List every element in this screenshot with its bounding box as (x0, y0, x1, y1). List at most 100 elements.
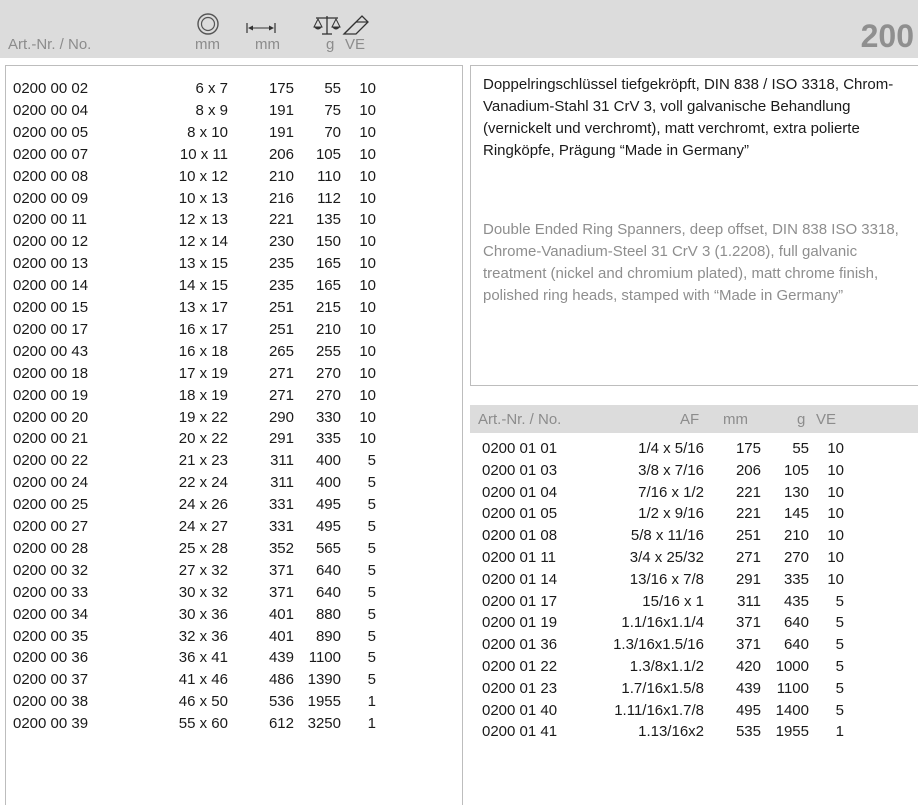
weight-cell: 1955 (307, 693, 341, 711)
weight-cell: 110 (317, 167, 341, 185)
weight-cell: 270 (315, 364, 341, 382)
article-number-cell: 0200 00 19 (13, 386, 89, 404)
af-size-cell: 1.3/16x1.5/16 (613, 636, 704, 654)
article-number-cell: 0200 00 38 (13, 693, 89, 711)
length-cell: 352 (268, 539, 294, 557)
article-number-cell: 0200 00 11 (13, 211, 87, 229)
weight-cell: 1955 (775, 723, 809, 741)
article-number-cell: 0200 00 39 (13, 715, 89, 733)
af-size-cell: 3/8 x 7/16 (638, 461, 704, 479)
weight-cell: 495 (315, 518, 341, 535)
table-row: 0200 00 20 19 x 22 290 330 10 (6, 407, 464, 428)
size-cell: 16 x 18 (178, 342, 228, 360)
packing-unit-cell: 10 (359, 101, 376, 119)
table-row: 0200 00 14 14 x 15 235 165 10 (6, 275, 464, 296)
weight-cell: 105 (783, 461, 809, 479)
weight-cell: 210 (315, 320, 341, 338)
weight-cell: 400 (315, 452, 341, 470)
table-row: 0200 00 37 41 x 46 486 1390 5 (6, 669, 464, 690)
article-number-cell: 0200 00 22 (13, 452, 89, 470)
header-bar: Art.-Nr. / No. mm mm g VE 200 (0, 0, 918, 58)
article-number-cell: 0200 01 01 (482, 440, 558, 457)
table-row: 0200 00 28 25 x 28 352 565 5 (6, 538, 464, 559)
length-cell: 420 (735, 658, 761, 675)
eraser-packing-icon (342, 15, 369, 35)
packing-unit-cell: 10 (359, 430, 376, 448)
af-size-cell: 1.11/16x1.7/8 (614, 701, 704, 719)
packing-unit-cell: 10 (827, 527, 844, 545)
packing-unit-cell: 5 (367, 649, 376, 667)
packing-unit-cell: 5 (835, 658, 844, 675)
article-number-cell: 0200 01 03 (482, 461, 558, 479)
weight-cell: 890 (315, 627, 341, 645)
weight-cell: 70 (324, 123, 341, 141)
packing-unit-cell: 10 (827, 461, 844, 479)
weight-cell: 330 (315, 408, 341, 426)
af-size-cell: 1.13/16x2 (638, 723, 704, 741)
description-box: Doppelringschlüssel tiefgekröpft, DIN 83… (470, 65, 918, 386)
packing-unit-cell: 5 (835, 701, 844, 719)
size-cell: 16 x 17 (178, 320, 228, 338)
length-cell: 536 (268, 693, 294, 711)
packing-unit-cell: 10 (359, 255, 376, 273)
weight-cell: 640 (783, 614, 809, 632)
length-cell: 271 (268, 386, 294, 404)
article-number-cell: 0200 00 05 (13, 123, 89, 141)
table-row: 0200 00 17 16 x 17 251 210 10 (6, 319, 464, 340)
packing-unit-cell: 10 (827, 440, 844, 457)
length-cell: 495 (735, 701, 761, 719)
table-row: 0200 00 22 21 x 23 311 400 5 (6, 450, 464, 471)
length-cell: 175 (268, 80, 294, 97)
size-cell: 55 x 60 (178, 715, 228, 733)
inch-ve-header: VE (816, 411, 837, 428)
size-cell: 22 x 24 (178, 474, 228, 492)
weight-cell: 135 (315, 211, 341, 229)
weight-cell: 435 (783, 592, 809, 610)
size-cell: 46 x 50 (178, 693, 228, 711)
packing-unit-cell: 1 (835, 723, 844, 741)
weight-cell: 880 (315, 605, 341, 623)
ve-header: VE (345, 36, 366, 53)
table-row: 0200 01 04 7/16 x 1/2 221 130 10 (470, 482, 918, 503)
packing-unit-cell: 10 (827, 505, 844, 523)
weight-cell: 75 (324, 101, 341, 119)
packing-unit-cell: 10 (359, 386, 376, 404)
weight-cell: 335 (315, 430, 341, 448)
packing-unit-cell: 1 (367, 715, 376, 733)
table-row: 0200 00 11 12 x 13 221 135 10 (6, 209, 464, 230)
length-cell: 291 (735, 570, 761, 588)
length-cell: 371 (735, 636, 761, 654)
af-size-cell: 5/8 x 11/16 (630, 527, 704, 545)
size-cell: 10 x 12 (178, 167, 228, 185)
packing-unit-cell: 5 (835, 636, 844, 654)
weight-cell: 640 (315, 561, 341, 579)
article-number-cell: 0200 00 36 (13, 649, 89, 667)
article-number-cell: 0200 00 27 (13, 518, 89, 535)
weight-cell: 270 (783, 549, 809, 566)
packing-unit-cell: 5 (835, 679, 844, 697)
length-cell: 251 (268, 299, 294, 316)
packing-unit-cell: 5 (367, 539, 376, 557)
table-row: 0200 00 33 30 x 32 371 640 5 (6, 582, 464, 603)
article-number-cell: 0200 01 40 (482, 701, 558, 719)
table-row: 0200 00 12 12 x 14 230 150 10 (6, 231, 464, 252)
packing-unit-cell: 10 (359, 167, 376, 185)
packing-unit-cell: 5 (367, 627, 376, 645)
packing-unit-cell: 5 (367, 496, 376, 514)
af-size-cell: 1/2 x 9/16 (638, 505, 704, 523)
page-number: 200 (860, 18, 914, 54)
weight-cell: 55 (792, 440, 809, 457)
length-cell: 439 (268, 649, 294, 667)
weight-cell: 215 (315, 299, 341, 316)
table-row: 0200 00 19 18 x 19 271 270 10 (6, 385, 464, 406)
scale-weight-icon (313, 16, 341, 35)
af-size-cell: 3/4 x 25/32 (629, 549, 704, 566)
af-size-cell: 1.7/16x1.5/8 (621, 679, 704, 697)
table-row: 0200 01 17 15/16 x 1 311 435 5 (470, 591, 918, 612)
packing-unit-cell: 5 (367, 452, 376, 470)
weight-cell: 640 (315, 583, 341, 601)
af-size-cell: 7/16 x 1/2 (638, 483, 704, 501)
length-cell: 216 (268, 189, 294, 207)
table-row: 0200 01 08 5/8 x 11/16 251 210 10 (470, 525, 918, 546)
article-number-cell: 0200 00 18 (13, 364, 89, 382)
